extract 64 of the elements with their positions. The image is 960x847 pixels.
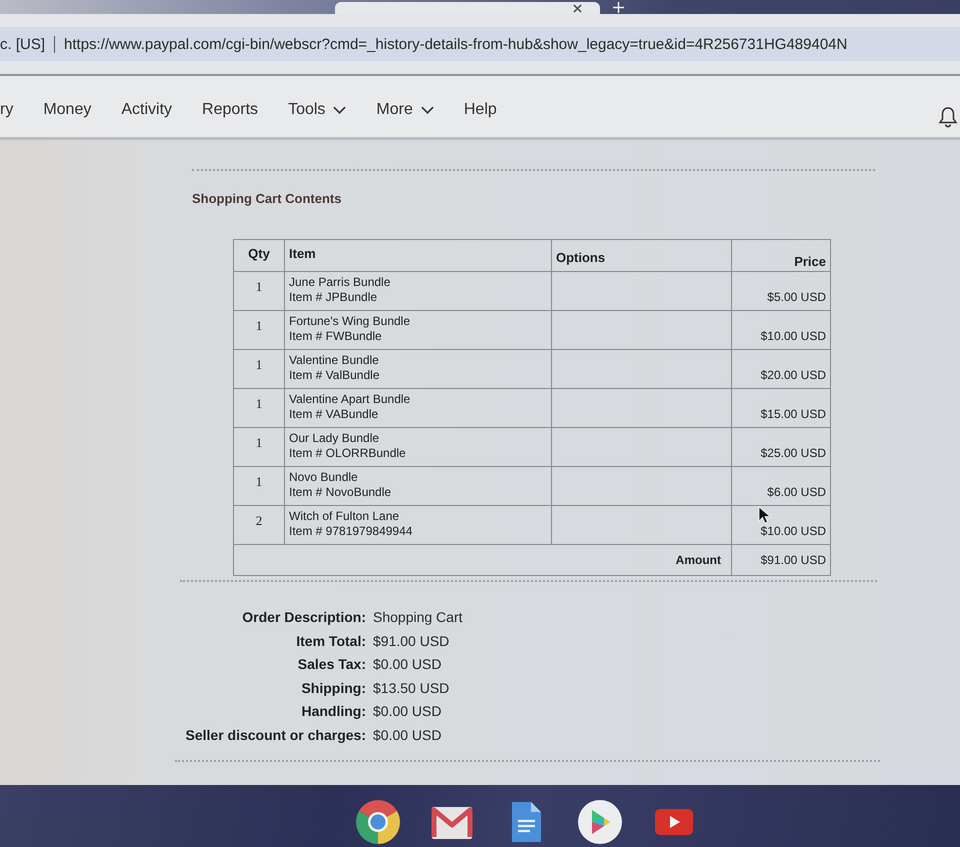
summary-label: Order Description: <box>241 608 366 627</box>
price-cell: $10.00 USD <box>732 310 830 350</box>
item-number: Item # VABundle <box>289 407 380 422</box>
nav-item[interactable]: ry <box>0 100 14 118</box>
column-header: Price <box>732 240 830 272</box>
item-name: Novo Bundle <box>289 470 359 485</box>
price-cell: $20.00 USD <box>732 350 830 388</box>
qty-cell: 2 <box>234 506 284 544</box>
chevron-down-icon <box>420 106 434 114</box>
section-heading: Shopping Cart Contents <box>192 191 342 207</box>
site-label: c. [US] <box>0 36 46 52</box>
nav-item[interactable]: Reports <box>202 100 258 118</box>
amount-label: Amount <box>234 544 732 576</box>
qty-cell: 1 <box>234 350 284 388</box>
item-number: Item # FWBundle <box>289 329 383 344</box>
item-number: Item # NovoBundle <box>289 485 392 500</box>
plus-icon[interactable] <box>613 2 624 13</box>
item-name: Valentine Bundle <box>289 353 380 368</box>
summary-value: $91.00 USD <box>373 632 450 651</box>
bell-icon[interactable] <box>938 106 958 128</box>
summary-label: Handling: <box>300 702 366 722</box>
play-store-icon[interactable] <box>577 799 623 845</box>
qty-cell: 1 <box>234 310 284 350</box>
nav-item[interactable]: Help <box>464 100 497 118</box>
summary-label: Item Total: <box>295 632 366 651</box>
nav-item[interactable]: Tools <box>288 100 346 118</box>
item-number: Item # JPBundle <box>289 290 378 305</box>
item-number: Item # 9781979849944 <box>289 524 414 539</box>
price-cell: $15.00 USD <box>732 388 830 428</box>
summary-value: Shopping Cart <box>373 608 463 627</box>
summary-value: $0.00 USD <box>373 726 442 745</box>
url-text: https://www.paypal.com/cgi-bin/webscr?cmd=_history-details-from-hub&show_legacy=true&id=4R256731HG489404N <box>64 36 848 52</box>
summary-value: $13.50 USD <box>373 678 450 698</box>
nav-item[interactable]: Activity <box>121 100 172 118</box>
nav-item[interactable]: More <box>376 100 434 118</box>
price-cell: $25.00 USD <box>732 428 830 466</box>
browser-app-icon[interactable] <box>355 799 401 845</box>
summary-label: Sales Tax: <box>296 655 366 674</box>
item-name: June Parris Bundle <box>289 275 392 290</box>
qty-cell: 1 <box>234 466 284 506</box>
mouse-pointer-icon <box>758 506 770 524</box>
item-name: Our Lady Bundle <box>289 431 380 446</box>
summary-label: Seller discount or charges: <box>184 726 366 745</box>
item-name: Valentine Apart Bundle <box>289 392 412 407</box>
amount-value: $91.00 USD <box>732 544 830 576</box>
column-header: Options <box>552 240 732 272</box>
column-header: Item <box>284 240 552 272</box>
price-cell: $5.00 USD <box>732 272 830 310</box>
summary-value: $0.00 USD <box>373 702 442 722</box>
address-field[interactable]: c. [US] https://www.paypal.com/cgi-bin/webscr?cmd=_history-details-from-hub&show_legacy=true&id=4R256731HG489404N <box>0 27 960 61</box>
chevron-down-icon <box>333 106 346 114</box>
qty-cell: 1 <box>234 272 284 310</box>
qty-cell: 1 <box>234 428 284 466</box>
item-number: Item # OLORRBundle <box>289 446 407 461</box>
column-header: Qty <box>234 240 284 272</box>
price-cell: $6.00 USD <box>732 466 830 506</box>
qty-cell: 1 <box>234 388 284 428</box>
summary-label: Shipping: <box>300 678 366 698</box>
close-icon[interactable] <box>573 4 582 12</box>
item-name: Witch of Fulton Lane <box>289 509 400 524</box>
item-name: Fortune's Wing Bundle <box>289 314 412 329</box>
item-number: Item # ValBundle <box>289 368 380 383</box>
summary-value: $0.00 USD <box>373 655 442 674</box>
nav-item[interactable]: Money <box>43 100 92 118</box>
